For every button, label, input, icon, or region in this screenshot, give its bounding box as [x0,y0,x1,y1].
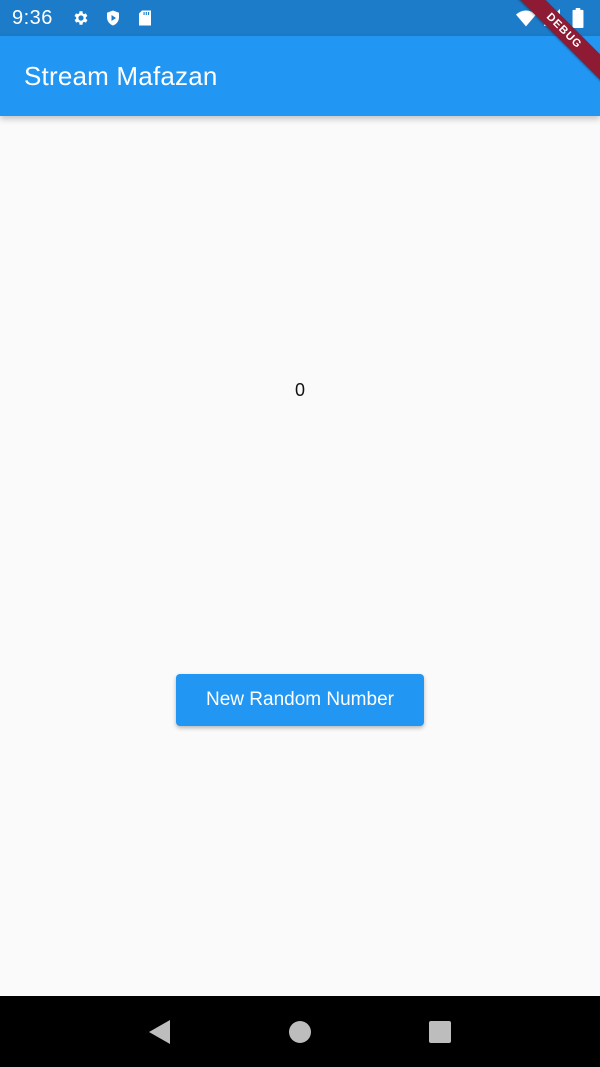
random-number-display: 0 [294,380,305,400]
recents-icon[interactable] [418,1010,462,1054]
wifi-icon [516,8,536,28]
status-bar: 9:36 [0,0,600,36]
back-icon[interactable] [138,1010,182,1054]
status-icons-right [516,8,588,28]
signal-icon [542,8,562,28]
status-icons-left [71,8,155,28]
gear-icon [71,8,91,28]
app-title: Stream Mafazan [24,60,218,91]
play-shield-icon [103,8,123,28]
new-random-number-button[interactable]: New Random Number [176,674,424,726]
home-icon[interactable] [278,1010,322,1054]
battery-icon [568,8,588,28]
sd-card-icon [135,8,155,28]
device-screen: 9:36 DEBUG Stream Mafazan 0 New Random N… [0,0,600,1067]
app-bar: Stream Mafazan [0,36,600,116]
main-content: 0 New Random Number [0,116,600,996]
status-time: 9:36 [12,6,53,29]
nav-bar [0,996,600,1067]
